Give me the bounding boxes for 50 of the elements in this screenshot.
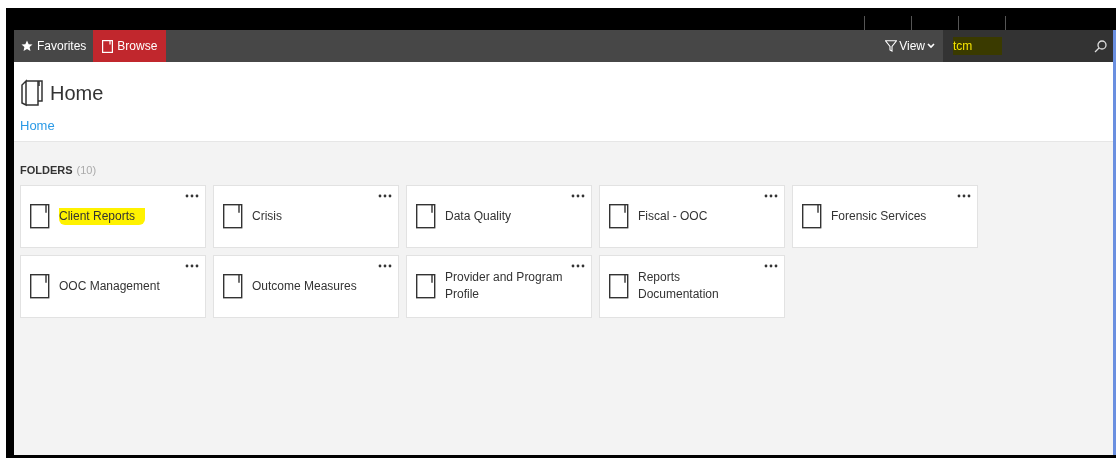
chevron-down-icon — [927, 43, 935, 49]
folder-icon — [802, 203, 822, 229]
page-title: Home — [50, 81, 104, 106]
folder-icon — [30, 273, 50, 299]
more-icon[interactable] — [185, 263, 199, 268]
folder-name: Provider and Program Profile — [445, 269, 564, 303]
folder-card[interactable]: Crisis — [213, 184, 399, 248]
folder-card[interactable]: Fiscal - OOC — [599, 184, 785, 248]
folder-icon — [223, 203, 243, 229]
folder-card[interactable]: Outcome Measures — [213, 254, 399, 318]
search-text: tcm — [953, 37, 1003, 55]
section-heading: FOLDERS — [20, 163, 73, 178]
folder-name: Outcome Measures — [252, 277, 357, 295]
folder-name: OOC Management — [59, 277, 160, 295]
nav-tab[interactable]: Favorites — [14, 30, 94, 62]
folder-icon — [20, 79, 44, 107]
page-icon — [102, 39, 114, 53]
folder-count: (10) — [76, 163, 97, 178]
more-icon[interactable] — [764, 263, 778, 268]
more-icon[interactable] — [957, 193, 971, 198]
folder-card[interactable]: OOC Management — [20, 254, 206, 318]
folder-name: Crisis — [252, 207, 282, 225]
folder-card[interactable]: Reports Documentation — [599, 254, 785, 318]
folder-name: Fiscal - OOC — [638, 207, 708, 225]
folder-icon — [223, 273, 243, 299]
filter-icon — [885, 40, 898, 52]
folder-name: Client Reports — [59, 207, 146, 225]
folder-card[interactable]: Provider and Program Profile — [406, 254, 592, 318]
search-icon — [1094, 39, 1107, 53]
more-icon[interactable] — [571, 193, 585, 198]
folder-icon — [30, 203, 50, 229]
folder-name: Forensic Services — [831, 207, 927, 225]
more-icon[interactable] — [571, 263, 585, 268]
folder-card[interactable]: Client Reports — [20, 184, 206, 248]
folder-card[interactable]: Forensic Services — [792, 184, 978, 248]
folder-card[interactable]: Data Quality — [406, 184, 592, 248]
folder-icon — [609, 273, 629, 299]
folder-name: Reports Documentation — [638, 269, 720, 303]
view-button[interactable]: View — [877, 30, 943, 62]
more-icon[interactable] — [378, 193, 392, 198]
nav-tab[interactable]: Browse — [93, 30, 167, 62]
more-icon[interactable] — [185, 193, 199, 198]
folder-icon — [416, 273, 436, 299]
folder-icon — [416, 203, 436, 229]
star-icon — [21, 40, 33, 52]
more-icon[interactable] — [764, 193, 778, 198]
search-field[interactable]: tcm — [943, 30, 1113, 62]
more-icon[interactable] — [378, 263, 392, 268]
folder-icon — [609, 203, 629, 229]
folder-name: Data Quality — [445, 207, 512, 225]
